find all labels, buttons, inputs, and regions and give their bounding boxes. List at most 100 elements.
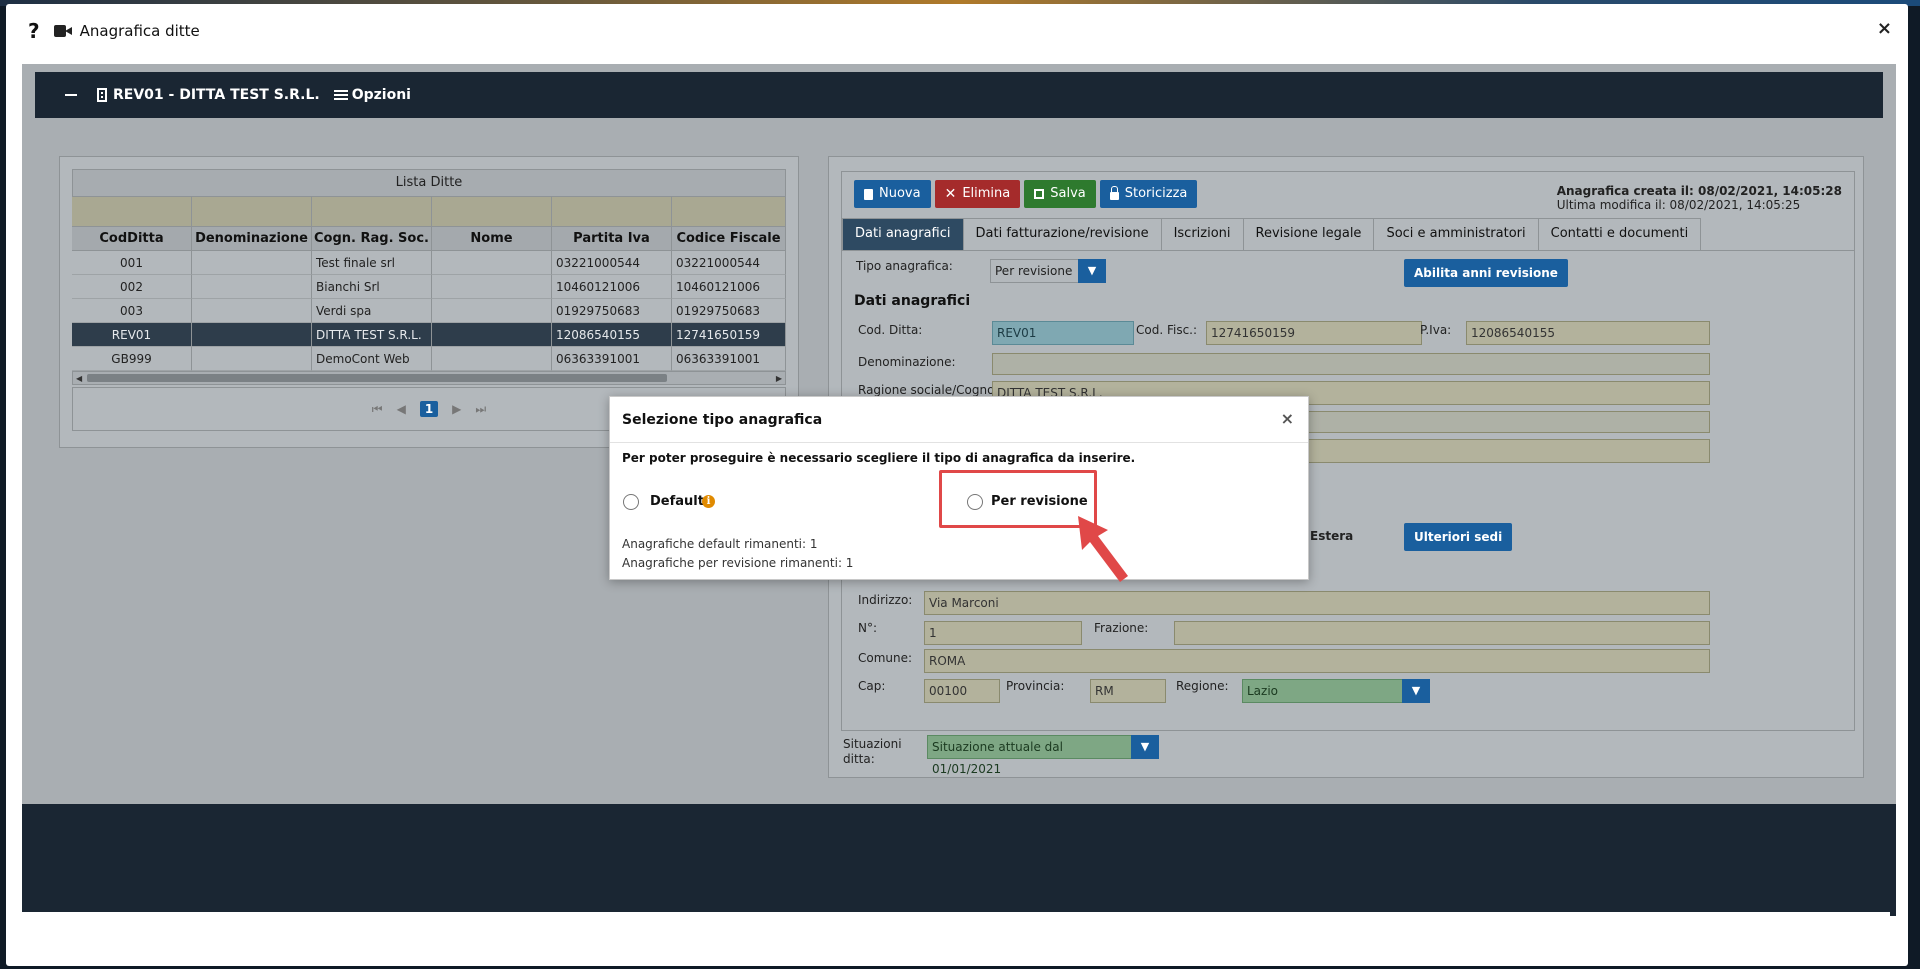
tab-dati-anagrafici[interactable]: Dati anagrafici <box>842 218 964 250</box>
sliders-icon <box>333 90 348 100</box>
next-page-icon[interactable]: ▶ <box>452 402 461 416</box>
chevron-down-icon[interactable]: ▼ <box>1131 735 1159 759</box>
cod-ditta-field[interactable]: REV01 <box>992 321 1134 345</box>
situazioni-label-2: ditta: <box>843 752 875 766</box>
cell-denominazione <box>192 347 312 371</box>
salva-button[interactable]: Salva <box>1024 180 1096 208</box>
table-row-selected[interactable]: REV01 DITTA TEST S.R.L. 12086540155 1274… <box>72 323 786 347</box>
last-page-icon[interactable]: ⏭ <box>475 402 486 417</box>
cell-ragsoc: Verdi spa <box>312 299 432 323</box>
tipo-anagrafica-label: Tipo anagrafica: <box>856 259 953 273</box>
cell-codfisc: 03221000544 <box>672 251 786 275</box>
col-header[interactable]: Cogn. Rag. Soc. <box>312 227 432 251</box>
prev-page-icon[interactable]: ◀ <box>397 402 406 416</box>
elimina-button[interactable]: ✕ Elimina <box>934 180 1021 208</box>
situazioni-select[interactable]: Situazione attuale dal 01/01/2021 <box>927 735 1135 776</box>
modal-close-button[interactable]: × <box>1281 409 1294 428</box>
frazione-label: Frazione: <box>1094 621 1149 635</box>
modal-title: Selezione tipo anagrafica <box>622 411 823 428</box>
scrollbar-thumb[interactable] <box>87 374 667 382</box>
default-label[interactable]: Default <box>650 494 704 509</box>
cell-codditta: 001 <box>72 251 192 275</box>
frazione-field[interactable] <box>1174 621 1710 645</box>
storicizza-button[interactable]: Storicizza <box>1099 180 1198 208</box>
col-header[interactable]: Nome <box>432 227 552 251</box>
default-radio[interactable] <box>623 494 639 510</box>
cod-fisc-label: Cod. Fisc.: <box>1136 323 1198 337</box>
cod-ditta-label: Cod. Ditta: <box>858 323 923 337</box>
chevron-down-icon[interactable]: ▼ <box>1402 679 1430 703</box>
cell-nome <box>432 323 552 347</box>
indirizzo-field[interactable]: Via Marconi <box>924 591 1710 615</box>
window-close-button[interactable]: × <box>1877 18 1892 39</box>
scroll-left-icon[interactable]: ◀ <box>76 374 82 383</box>
filter-cell[interactable] <box>552 197 672 227</box>
filter-cell[interactable] <box>432 197 552 227</box>
col-header[interactable]: Denominazione <box>192 227 312 251</box>
table-row[interactable]: 001 Test finale srl 03221000544 03221000… <box>72 251 786 275</box>
col-header[interactable]: Partita Iva <box>552 227 672 251</box>
cell-nome <box>432 299 552 323</box>
tab-iscrizioni[interactable]: Iscrizioni <box>1160 218 1244 250</box>
cell-ragsoc: DemoCont Web <box>312 347 432 371</box>
section-title: Dati anagrafici <box>854 293 971 309</box>
col-header[interactable]: Codice Fiscale <box>672 227 786 251</box>
navbar-company[interactable]: REV01 - DITTA TEST S.R.L. <box>113 87 320 103</box>
company-navbar: REV01 - DITTA TEST S.R.L. Opzioni <box>35 72 1883 118</box>
options-menu[interactable]: Opzioni <box>333 87 411 103</box>
numero-field[interactable]: 1 <box>924 621 1082 645</box>
nuova-button[interactable]: Nuova <box>854 180 931 208</box>
remaining-revisione: Anagrafiche per revisione rimanenti: 1 <box>622 556 854 570</box>
col-header[interactable]: CodDitta <box>72 227 192 251</box>
filter-cell[interactable] <box>192 197 312 227</box>
table-row[interactable]: 002 Bianchi Srl 10460121006 10460121006 <box>72 275 786 299</box>
tab-dati-fatturazione[interactable]: Dati fatturazione/revisione <box>962 218 1162 250</box>
horizontal-scrollbar[interactable]: ◀ ▶ <box>72 371 786 385</box>
abilita-anni-button[interactable]: Abilita anni revisione <box>1404 259 1568 287</box>
denominazione-field[interactable] <box>992 353 1710 375</box>
chevron-down-icon[interactable]: ▼ <box>1078 259 1106 283</box>
collapse-icon[interactable] <box>65 94 77 96</box>
floppy-icon <box>1034 189 1045 199</box>
info-icon[interactable]: i <box>702 495 715 508</box>
modified-date: Ultima modifica il: 08/02/2021, 14:05:25 <box>1556 198 1801 212</box>
cap-field[interactable]: 00100 <box>924 679 1000 703</box>
filter-cell[interactable] <box>672 197 786 227</box>
x-icon: ✕ <box>944 186 957 202</box>
regione-select[interactable]: Lazio <box>1242 679 1406 703</box>
question-icon[interactable]: ? <box>28 19 40 43</box>
table-filter-row <box>72 197 786 227</box>
cell-ragsoc: DITTA TEST S.R.L. <box>312 323 432 347</box>
regione-label: Regione: <box>1176 679 1229 693</box>
tab-soci-amministratori[interactable]: Soci e amministratori <box>1373 218 1539 250</box>
creation-info: Anagrafica creata il: 08/02/2021, 14:05:… <box>1557 184 1842 212</box>
tab-contatti-documenti[interactable]: Contatti e documenti <box>1537 218 1702 250</box>
tab-revisione-legale[interactable]: Revisione legale <box>1242 218 1375 250</box>
table-row[interactable]: GB999 DemoCont Web 06363391001 063633910… <box>72 347 786 371</box>
current-page[interactable]: 1 <box>419 401 439 417</box>
salva-label: Salva <box>1050 186 1086 201</box>
cell-denominazione <box>192 323 312 347</box>
numero-label: N°: <box>858 621 878 635</box>
storicizza-label: Storicizza <box>1124 186 1188 201</box>
indirizzo-label: Indirizzo: <box>858 593 913 607</box>
provincia-field[interactable]: RM <box>1090 679 1166 703</box>
cell-codfisc: 10460121006 <box>672 275 786 299</box>
first-page-icon[interactable]: ⏮ <box>372 402 383 417</box>
video-camera-icon[interactable] <box>53 25 72 37</box>
cod-fisc-field[interactable]: 12741650159 <box>1206 321 1422 345</box>
cell-denominazione <box>192 299 312 323</box>
scroll-right-icon[interactable]: ▶ <box>776 374 782 383</box>
tipo-anagrafica-select[interactable]: Per revisione <box>990 259 1084 283</box>
cell-nome <box>432 251 552 275</box>
options-label: Opzioni <box>351 87 411 103</box>
cell-nome <box>432 347 552 371</box>
filter-cell[interactable] <box>72 197 192 227</box>
comune-field[interactable]: ROMA <box>924 649 1710 673</box>
table-row[interactable]: 003 Verdi spa 01929750683 01929750683 <box>72 299 786 323</box>
ulteriori-sedi-button[interactable]: Ulteriori sedi <box>1404 523 1513 551</box>
cell-nome <box>432 275 552 299</box>
piva-label: P.Iva: <box>1420 323 1452 337</box>
piva-field[interactable]: 12086540155 <box>1466 321 1710 345</box>
filter-cell[interactable] <box>312 197 432 227</box>
